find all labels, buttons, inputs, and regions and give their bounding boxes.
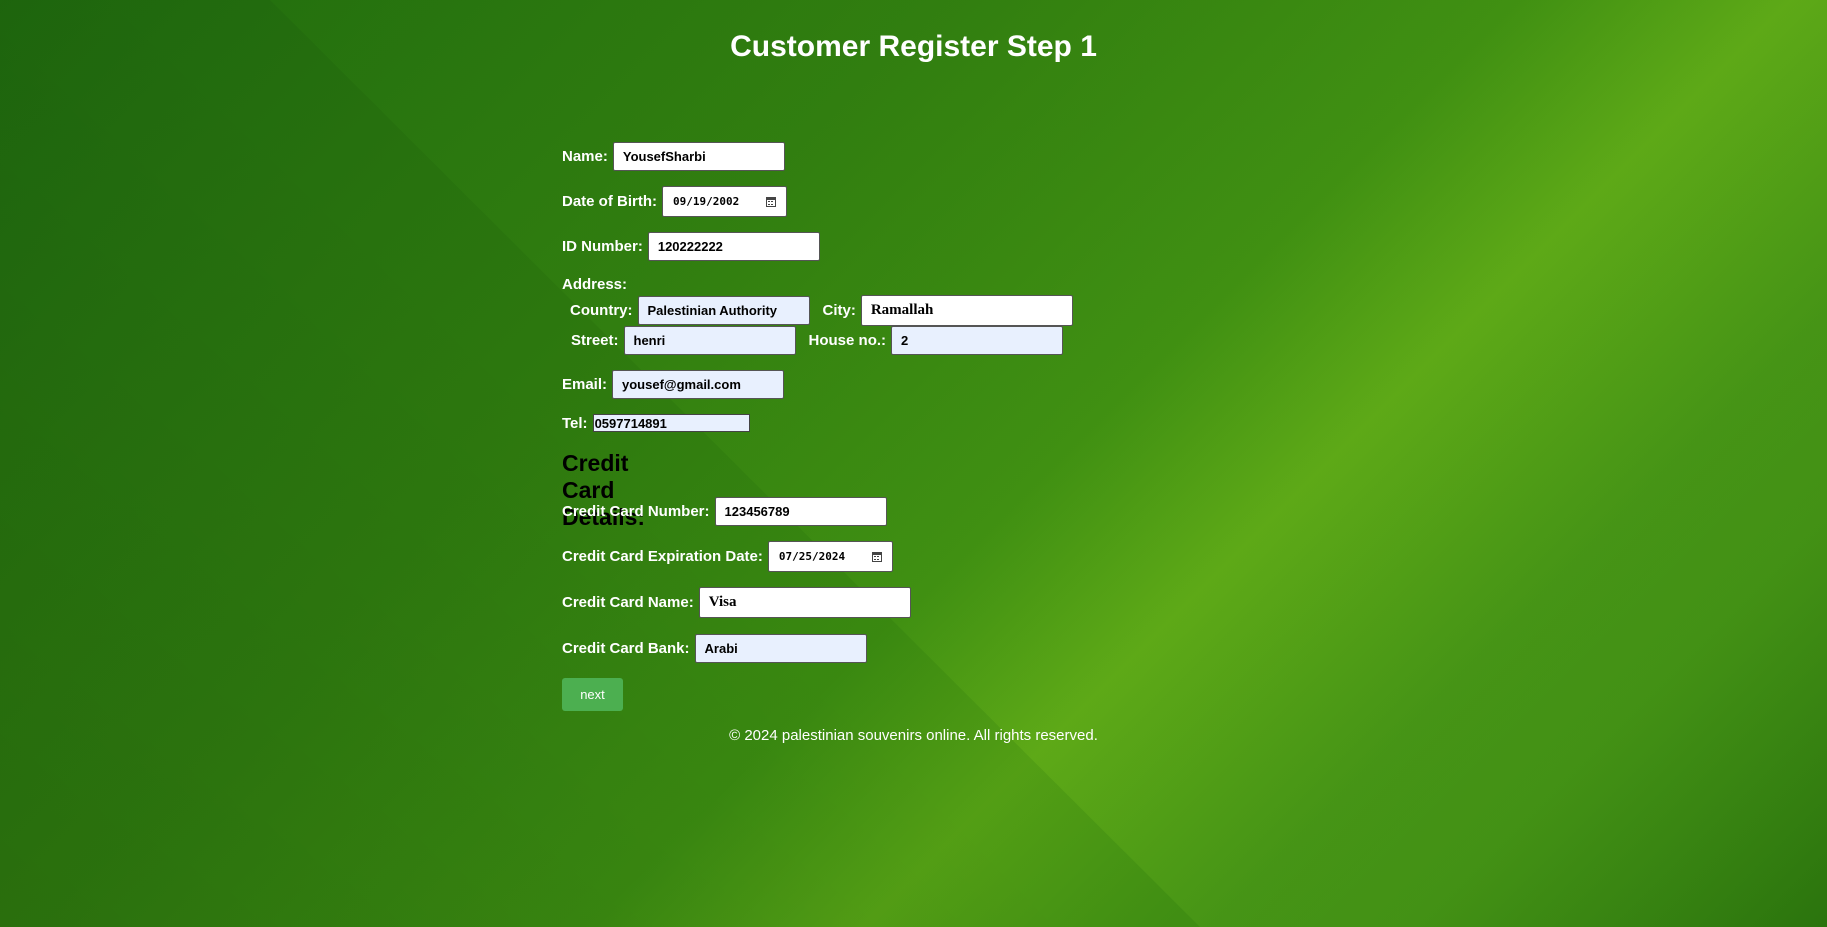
name-label: Name: <box>562 148 608 165</box>
dob-value: 09/19/2002 <box>673 195 740 208</box>
id-number-input[interactable]: 120222222 <box>647 232 820 261</box>
cc-expiration-input[interactable]: 07/25/2024 <box>767 541 893 572</box>
house-no-label: House no.: <box>808 332 887 349</box>
cc-name-input[interactable]: Visa <box>698 587 911 618</box>
page-title: Customer Register Step 1 <box>730 30 1097 63</box>
cc-bank-label: Credit Card Bank: <box>562 640 690 657</box>
dob-input[interactable]: 09/19/2002 <box>662 186 787 217</box>
dob-label: Date of Birth: <box>562 193 657 210</box>
cc-bank-input[interactable]: Arabi <box>694 634 867 663</box>
address-row: Address: <box>562 276 632 293</box>
email-label: Email: <box>562 376 608 393</box>
background-overlay <box>0 0 1827 927</box>
calendar-icon[interactable] <box>871 551 882 562</box>
background-shade-left <box>0 0 1200 927</box>
cc-number-input[interactable]: 123456789 <box>714 497 887 526</box>
dob-row: Date of Birth: 09/19/2002 <box>562 186 787 217</box>
background-shade-right <box>270 0 1827 927</box>
street-house-row: Street: henri House no.: 2 <box>571 326 1064 355</box>
cc-expiration-value: 07/25/2024 <box>778 550 846 563</box>
cc-name-row: Credit Card Name: Visa <box>562 587 911 618</box>
name-row: Name: YousefSharbi <box>562 142 785 171</box>
cc-expiration-row: Credit Card Expiration Date: 07/25/2024 <box>562 541 893 572</box>
address-label: Address: <box>562 276 628 293</box>
country-input[interactable]: Palestinian Authority <box>637 296 810 325</box>
next-button[interactable]: next <box>562 678 623 711</box>
id-number-label: ID Number: <box>562 238 643 255</box>
footer-copyright: © 2024 palestinian souvenirs online. All… <box>729 727 1098 744</box>
street-label: Street: <box>571 332 619 349</box>
country-label: Country: <box>570 302 633 319</box>
name-input[interactable]: YousefSharbi <box>612 142 785 171</box>
calendar-icon[interactable] <box>766 196 776 207</box>
cc-name-label: Credit Card Name: <box>562 594 694 611</box>
country-city-row: Country: Palestinian Authority City: Ram… <box>570 295 1073 326</box>
street-input[interactable]: henri <box>623 326 796 355</box>
house-no-input[interactable]: 2 <box>891 326 1064 355</box>
cc-number-row: Credit Card Number: 123456789 <box>562 497 887 526</box>
tel-label: Tel: <box>562 414 588 432</box>
id-number-row: ID Number: 120222222 <box>562 232 820 261</box>
city-input[interactable]: Ramallah <box>860 295 1073 326</box>
email-input[interactable]: yousef@gmail.com <box>612 370 785 399</box>
email-row: Email: yousef@gmail.com <box>562 370 785 399</box>
tel-row: Tel: 0597714891 <box>562 414 750 432</box>
city-label: City: <box>822 302 856 319</box>
cc-bank-row: Credit Card Bank: Arabi <box>562 634 867 663</box>
tel-input[interactable]: 0597714891 <box>592 414 750 432</box>
cc-expiration-label: Credit Card Expiration Date: <box>562 548 763 565</box>
cc-number-label: Credit Card Number: <box>562 503 710 520</box>
